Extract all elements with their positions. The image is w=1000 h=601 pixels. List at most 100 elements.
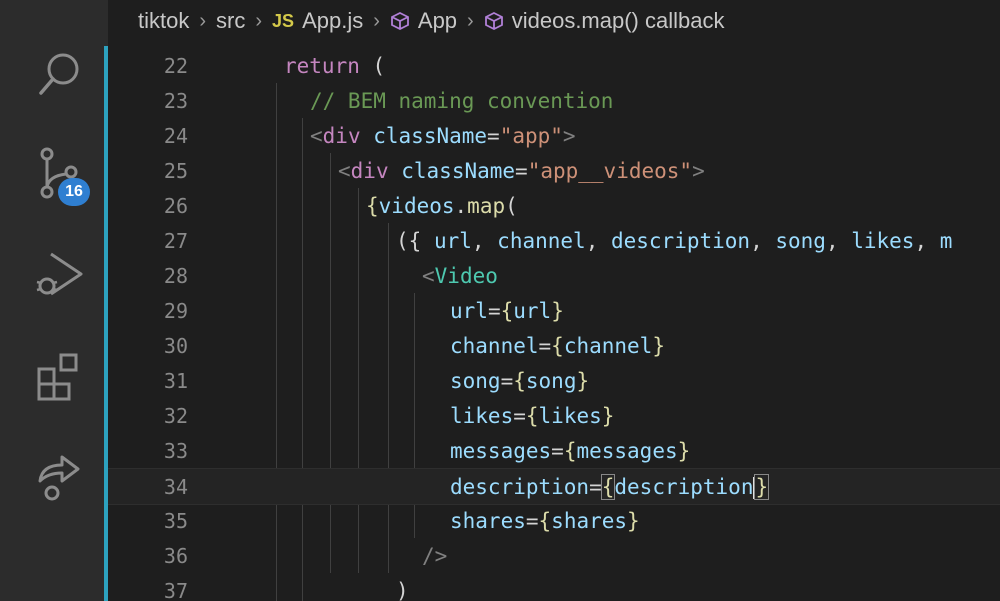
code-line[interactable]: 26 {videos.map( — [108, 188, 1000, 223]
code-token: likes — [538, 403, 602, 428]
code-token: likes — [450, 403, 514, 428]
code-text: channel={channel} — [450, 334, 665, 358]
code-token: ( — [505, 193, 518, 218]
code-token: // BEM naming convention — [310, 88, 614, 113]
activity-bar: 16 — [0, 0, 108, 601]
code-token: map — [467, 193, 506, 218]
code-token: } — [576, 368, 590, 393]
code-line[interactable]: 23 // BEM naming convention — [108, 83, 1000, 118]
code-line[interactable]: 24 <div className="app"> — [108, 118, 1000, 153]
code-text: url={url} — [450, 299, 564, 323]
code-token: ( — [359, 53, 386, 78]
line-number: 35 — [163, 508, 188, 533]
line-number: 30 — [163, 333, 188, 358]
code-token: messages — [576, 438, 678, 463]
code-token: = — [538, 333, 552, 358]
line-number: 28 — [163, 263, 188, 288]
line-number: 22 — [163, 53, 188, 78]
code-token: > — [692, 158, 705, 183]
code-line[interactable]: 28 <Video — [108, 258, 1000, 293]
search-icon[interactable] — [30, 46, 90, 106]
code-token: { — [513, 368, 526, 393]
code-token: < — [310, 123, 323, 148]
code-token: song — [525, 368, 577, 393]
code-line[interactable]: 30 channel={channel} — [108, 328, 1000, 363]
code-line[interactable]: 22 return ( — [108, 48, 1000, 83]
code-token: url — [513, 298, 552, 323]
code-text: likes={likes} — [450, 404, 614, 428]
code-token: { — [563, 438, 577, 463]
chevron-right-icon: › — [199, 9, 207, 32]
code-line[interactable]: 37) — [108, 573, 1000, 601]
code-token: = — [487, 123, 500, 148]
line-number: 27 — [163, 228, 188, 253]
code-line[interactable]: 33 messages={messages} — [108, 433, 1000, 468]
code-token: = — [487, 298, 501, 323]
line-number: 24 — [163, 123, 188, 148]
run-debug-icon[interactable] — [30, 244, 90, 304]
code-line[interactable]: 34 description={description} — [108, 468, 1000, 505]
code-line[interactable]: 27 ({ url, channel, description, song, li… — [108, 223, 1000, 258]
breadcrumb-file-label: App.js — [302, 8, 364, 33]
code-token: Video — [434, 263, 498, 288]
line-number: 26 — [163, 193, 188, 218]
cube-icon — [390, 11, 410, 31]
code-token: } — [627, 508, 640, 533]
code-token: { — [551, 333, 564, 358]
live-share-icon[interactable] — [30, 448, 90, 508]
code-text: <div className="app"> — [310, 124, 576, 148]
code-token: { — [525, 403, 539, 428]
code-token: description — [450, 474, 590, 499]
code-token: shares — [551, 508, 628, 533]
code-token: description — [614, 474, 754, 499]
code-text: song={song} — [450, 369, 589, 393]
extensions-icon[interactable] — [30, 348, 90, 408]
chevron-right-icon: › — [373, 9, 380, 32]
js-file-icon: JS — [272, 10, 295, 31]
code-line[interactable]: 32 likes={likes} — [108, 398, 1000, 433]
code-token: } — [652, 333, 665, 358]
code-line[interactable]: 31 song={song} — [108, 363, 1000, 398]
code-token: ({ — [396, 228, 434, 253]
breadcrumb-item-file[interactable]: JS App.js — [272, 8, 363, 34]
line-number: 37 — [163, 578, 188, 601]
breadcrumb-src-label: src — [216, 8, 246, 33]
code-token: = — [515, 158, 528, 183]
breadcrumb-component-label: App — [417, 8, 458, 33]
code-token: ) — [396, 578, 409, 601]
code-token: channel — [563, 333, 653, 358]
breadcrumb-item-component[interactable]: App — [390, 8, 457, 34]
code-line[interactable]: 25 <div className="app__videos"> — [108, 153, 1000, 188]
code-line[interactable]: 29 url={url} — [108, 293, 1000, 328]
breadcrumb-item-src[interactable]: src — [216, 8, 245, 34]
code-token: /> — [422, 543, 448, 568]
code-token: { — [600, 473, 616, 500]
code-token: } — [754, 473, 770, 500]
code-text: ) — [396, 579, 409, 601]
code-token: song — [450, 368, 501, 393]
code-text: messages={messages} — [450, 439, 690, 463]
code-editor[interactable]: 22 return (23// BEM naming convention 24 <d… — [108, 42, 1000, 601]
code-text: <Video — [422, 264, 498, 288]
breadcrumb-item-callback[interactable]: videos.map() callback — [484, 8, 724, 34]
code-token: "app__videos" — [527, 158, 693, 183]
code-token: , — [750, 228, 776, 253]
breadcrumb-item-folder[interactable]: tiktok — [138, 8, 189, 34]
code-token: messages — [450, 438, 552, 463]
code-token: } — [677, 438, 691, 463]
code-token: } — [551, 298, 564, 323]
code-token: channel — [497, 228, 586, 253]
code-token: { — [500, 298, 514, 323]
line-number: 34 — [163, 474, 188, 499]
code-token: videos — [378, 193, 455, 218]
line-number: 32 — [163, 403, 188, 428]
code-line[interactable]: 36 /> — [108, 538, 1000, 573]
code-token: return — [284, 53, 360, 78]
code-token: "app" — [499, 123, 563, 148]
code-line[interactable]: 35 shares={shares} — [108, 503, 1000, 538]
breadcrumb-folder-label: tiktok — [138, 8, 190, 33]
code-token: , — [825, 228, 852, 253]
code-token: . — [454, 193, 468, 218]
chevron-right-icon: › — [467, 9, 474, 32]
